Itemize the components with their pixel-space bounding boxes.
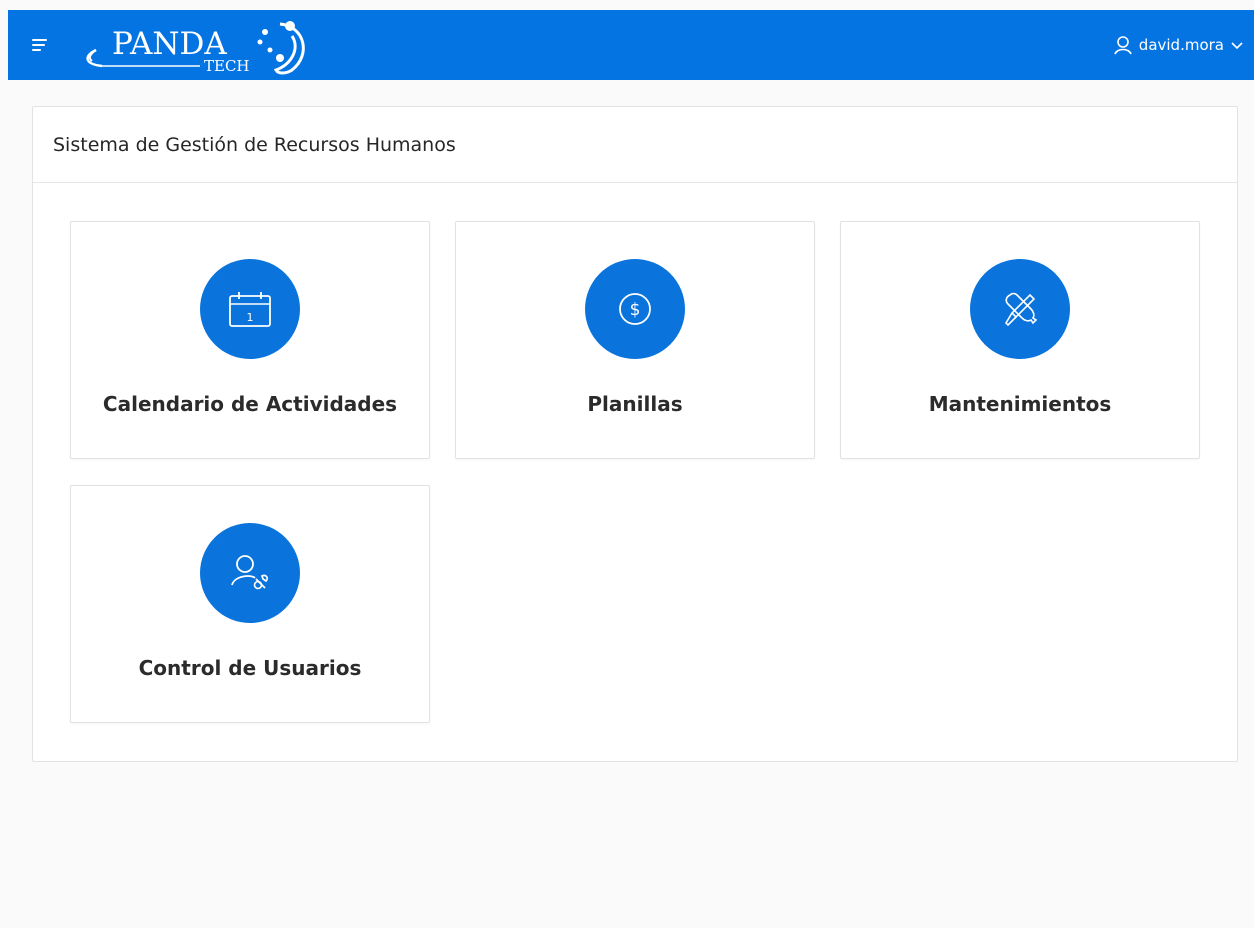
card-icon-circle: $ xyxy=(585,259,685,359)
card-label: Planillas xyxy=(587,392,683,416)
panda-tech-logo[interactable]: PANDA TECH xyxy=(80,14,320,78)
calendar-icon-number: 1 xyxy=(247,311,254,324)
card-label: Mantenimientos xyxy=(928,392,1112,416)
region-title: Sistema de Gestión de Recursos Humanos xyxy=(33,107,1237,183)
card-mantenimientos[interactable]: Mantenimientos xyxy=(840,221,1200,459)
logo-sub-text: TECH xyxy=(204,57,250,75)
dollar-icon: $ xyxy=(619,293,651,325)
card-label: Calendario de Actividades xyxy=(102,392,398,416)
menu-toggle-button[interactable] xyxy=(28,32,54,58)
main-region: Sistema de Gestión de Recursos Humanos 1… xyxy=(32,106,1238,762)
tools-icon xyxy=(1004,292,1038,327)
card-label: Control de Usuarios xyxy=(138,656,362,680)
username-label: david.mora xyxy=(1138,36,1224,54)
calendar-icon: 1 xyxy=(229,292,271,327)
logo-graphic: PANDA TECH xyxy=(86,21,305,75)
menu-icon-line xyxy=(32,39,47,41)
user-menu-button[interactable]: david.mora xyxy=(1113,30,1244,60)
menu-icon-line xyxy=(32,44,45,46)
svg-text:$: $ xyxy=(630,300,641,320)
chevron-down-icon xyxy=(1230,38,1244,52)
card-calendario-de-actividades[interactable]: 1 Calendario de Actividades xyxy=(70,221,430,459)
menu-icon-line xyxy=(32,49,41,51)
top-navigation-bar: PANDA TECH david.mora xyxy=(8,10,1254,80)
card-icon-circle: 1 xyxy=(200,259,300,359)
user-wrench-icon xyxy=(231,555,269,590)
card-planillas[interactable]: $ Planillas xyxy=(455,221,815,459)
card-icon-circle xyxy=(200,523,300,623)
user-icon xyxy=(1113,35,1133,55)
card-icon-circle xyxy=(970,259,1070,359)
card-control-de-usuarios[interactable]: Control de Usuarios xyxy=(70,485,430,723)
